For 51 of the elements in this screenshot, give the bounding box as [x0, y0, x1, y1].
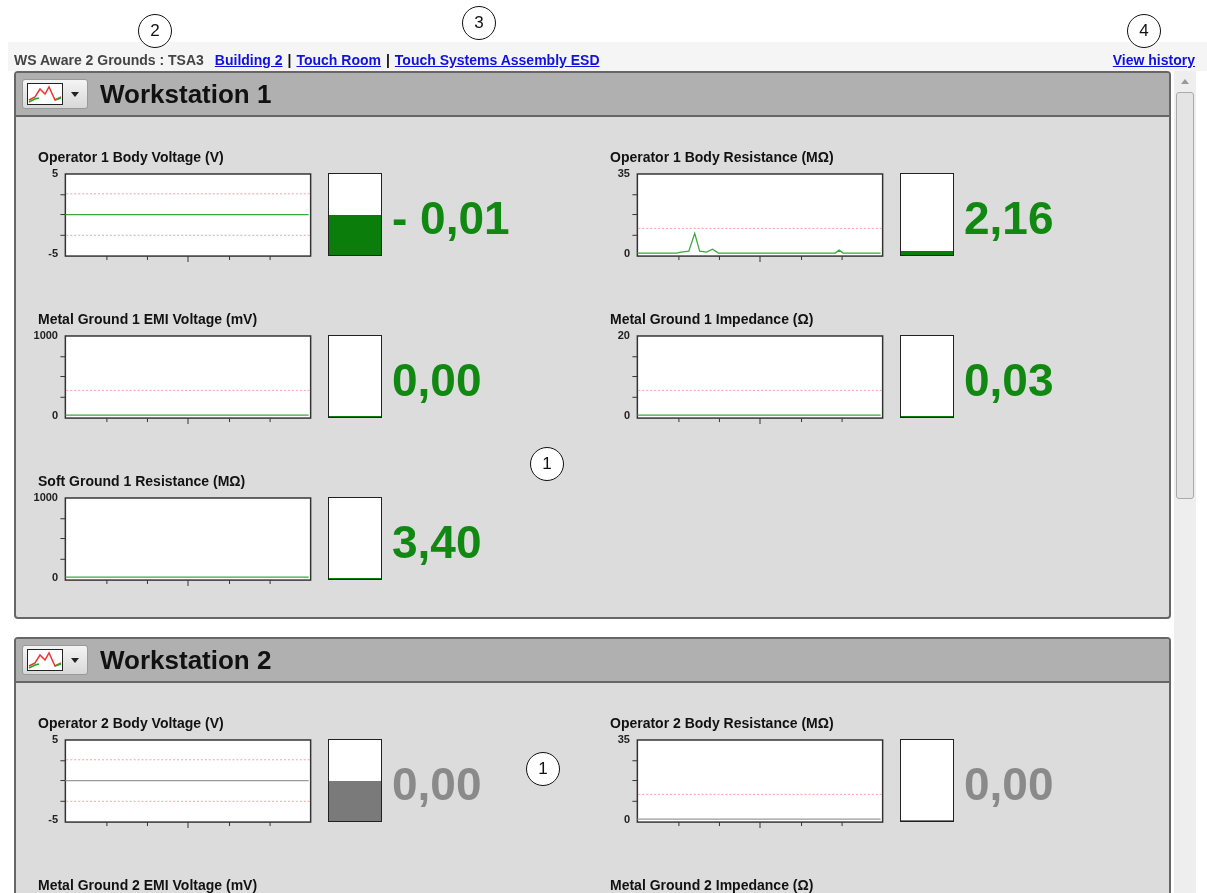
metric-label: Soft Ground 1 Resistance (MΩ)	[38, 473, 247, 489]
caret-icon	[71, 657, 79, 663]
axis-label: 20	[617, 329, 630, 341]
axis-label: 35	[617, 167, 630, 179]
chart-dropdown-button[interactable]	[22, 79, 88, 109]
metric-label: Operator 2 Body Resistance (MΩ)	[610, 715, 835, 731]
metric-label: Metal Ground 2 EMI Voltage (mV)	[38, 877, 259, 893]
scrollbar-thumb[interactable]	[1176, 92, 1194, 499]
workstation-title: Workstation 1	[100, 78, 272, 110]
scroll-up-icon[interactable]	[1181, 79, 1189, 84]
axis-label: 0	[51, 409, 58, 421]
metric-reading: 0,00	[392, 757, 482, 811]
caret-icon	[71, 91, 79, 97]
axis-label: 0	[51, 571, 58, 583]
metric-label: Metal Ground 1 EMI Voltage (mV)	[38, 311, 259, 327]
metric-label: Metal Ground 1 Impedance (Ω)	[610, 311, 815, 327]
metric-reading: 0,00	[964, 757, 1054, 811]
axis-label: 0	[623, 409, 630, 421]
view-history-link[interactable]: View history	[1112, 52, 1195, 68]
breadcrumb-separator: |	[385, 52, 390, 68]
metric-reading: - 0,01	[392, 191, 510, 245]
breadcrumb-separator: |	[287, 52, 292, 68]
breadcrumb-link[interactable]: Touch Systems Assembly ESD	[394, 52, 600, 68]
axis-label: 1000	[33, 491, 58, 503]
metric-reading: 0,03	[964, 353, 1054, 407]
axis-label: -5	[48, 247, 58, 259]
site-title: WS Aware 2 Grounds : TSA3	[14, 52, 204, 68]
metric-label: Metal Ground 2 Impedance (Ω)	[610, 877, 815, 893]
callout-number: 2	[138, 14, 172, 48]
chart-dropdown-button[interactable]	[22, 645, 88, 675]
breadcrumb-link[interactable]: Touch Room	[296, 52, 381, 68]
axis-label: -5	[48, 813, 58, 825]
callout-number: 3	[462, 6, 496, 40]
callout-number: 4	[1127, 14, 1161, 48]
axis-label: 35	[617, 733, 630, 745]
scrollbar[interactable]	[1174, 71, 1196, 893]
breadcrumb-link[interactable]: Building 2	[214, 52, 283, 68]
metric-reading: 2,16	[964, 191, 1054, 245]
line-chart-icon	[27, 83, 63, 105]
metric-label: Operator 2 Body Voltage (V)	[38, 715, 225, 731]
axis-label: 5	[51, 733, 58, 745]
metric-reading: 3,40	[392, 515, 482, 569]
axis-label: 0	[623, 813, 630, 825]
axis-label: 1000	[33, 329, 58, 341]
metric-label: Operator 1 Body Voltage (V)	[38, 149, 225, 165]
axis-label: 0	[623, 247, 630, 259]
metric-reading: 0,00	[392, 353, 482, 407]
line-chart-icon	[27, 649, 63, 671]
metric-label: Operator 1 Body Resistance (MΩ)	[610, 149, 835, 165]
workstation-title: Workstation 2	[100, 644, 272, 676]
axis-label: 5	[51, 167, 58, 179]
